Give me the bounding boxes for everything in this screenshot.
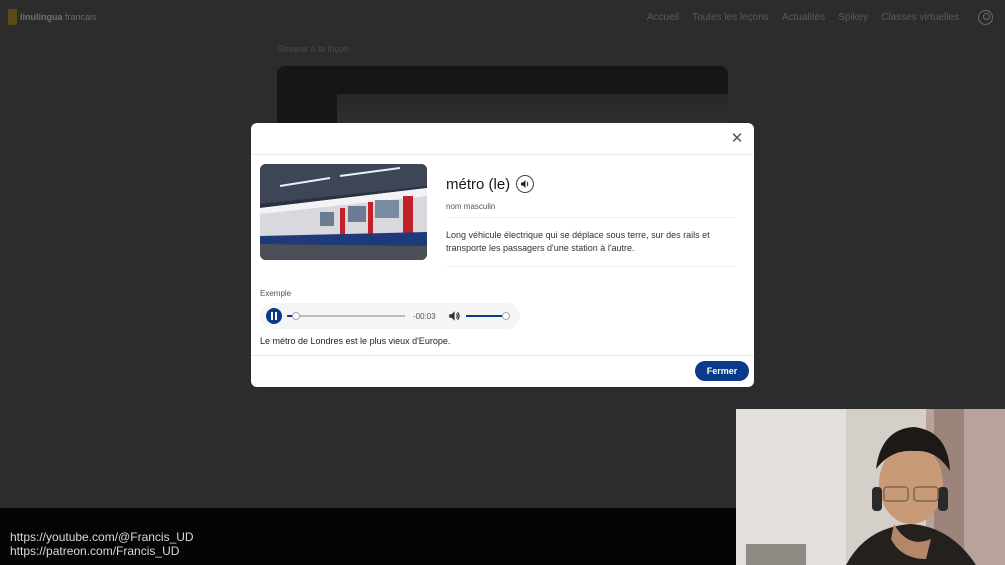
volume-icon[interactable]	[448, 309, 460, 327]
logo-name: linulingua	[20, 12, 63, 22]
divider	[446, 217, 736, 218]
pause-button[interactable]	[266, 308, 282, 324]
close-icon[interactable]: ✕	[728, 129, 746, 147]
word-title: métro (le)	[446, 175, 511, 193]
modal-header: ✕	[251, 123, 754, 155]
word-definition: Long véhicule électrique qui se déplace …	[446, 230, 710, 253]
close-button[interactable]: Fermer	[695, 361, 749, 381]
modal-footer	[251, 355, 754, 356]
nav-classes[interactable]: Classes virtuelles	[881, 12, 959, 23]
user-account-icon[interactable]	[978, 9, 993, 25]
volume-fill	[466, 315, 506, 317]
volume-slider[interactable]	[466, 312, 510, 320]
metro-image	[260, 164, 427, 260]
logo-book-icon	[8, 9, 17, 25]
navbar: linulingua francais Accueil Toutes les l…	[0, 0, 1005, 34]
progress-bar[interactable]	[287, 312, 405, 320]
youtube-link[interactable]: https://youtube.com/@Francis_UD	[10, 530, 194, 544]
pause-icon	[271, 312, 277, 320]
time-remaining: -00:03	[413, 312, 436, 321]
example-label: Exemple	[260, 289, 292, 298]
logo-suffix: francais	[65, 12, 97, 22]
word-modal: ✕ métro (le) nom masculin Long véhicule …	[251, 123, 754, 387]
progress-thumb[interactable]	[292, 312, 301, 320]
grammar-category: nom masculin	[446, 202, 496, 211]
speaker-icon	[521, 180, 529, 188]
example-sentence: Le métro de Londres est le plus vieux d'…	[260, 336, 451, 346]
nav-links: Accueil Toutes les leçons Actualités Spi…	[647, 0, 993, 34]
divider	[446, 266, 736, 267]
nav-actualites[interactable]: Actualités	[782, 12, 825, 23]
volume-thumb[interactable]	[501, 312, 510, 320]
patreon-link[interactable]: https://patreon.com/Francis_UD	[10, 544, 194, 558]
nav-lecons[interactable]: Toutes les leçons	[692, 12, 769, 23]
nav-spikey[interactable]: Spikey	[838, 12, 868, 23]
audio-player: -00:03	[260, 303, 520, 329]
pronunciation-button[interactable]	[516, 175, 535, 193]
credits: https://youtube.com/@Francis_UD https://…	[10, 530, 194, 558]
back-to-lesson-link[interactable]: Revenir à la leçon	[277, 44, 349, 54]
nav-accueil[interactable]: Accueil	[647, 12, 679, 23]
site-logo[interactable]: linulingua francais	[8, 9, 97, 25]
webcam-overlay	[736, 409, 1005, 565]
